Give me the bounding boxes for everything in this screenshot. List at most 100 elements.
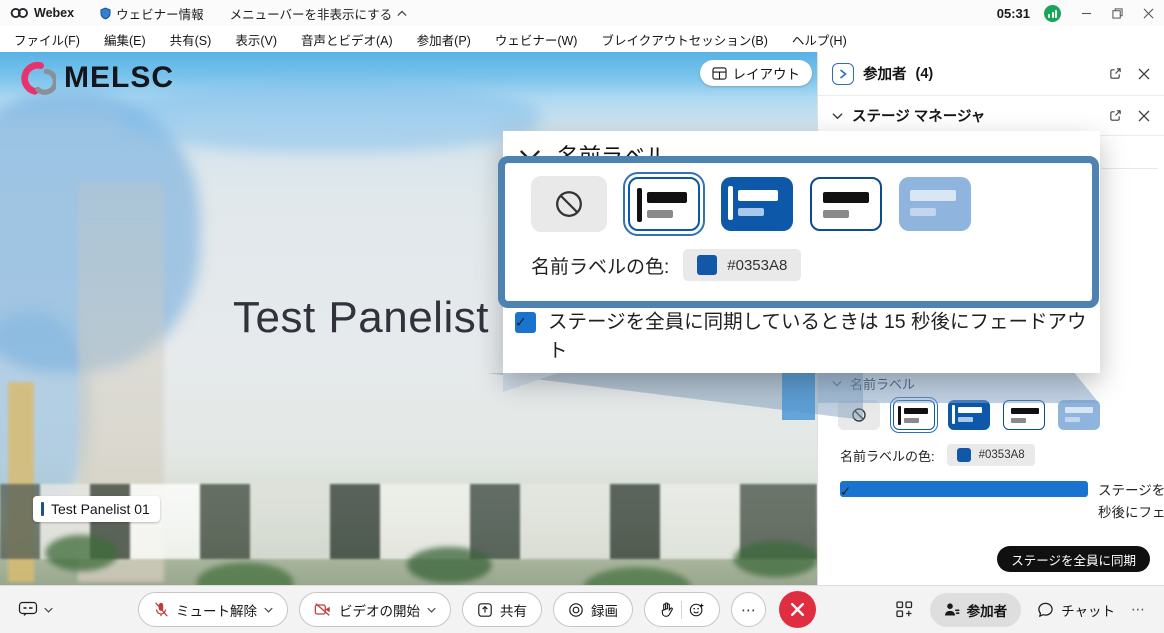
label-style-light-plain-option[interactable] — [1003, 400, 1045, 430]
name-label-color-label: 名前ラベルの色: — [840, 446, 935, 465]
callout-highlight-band — [782, 373, 815, 420]
apps-icon[interactable] — [895, 600, 914, 619]
window-titlebar: Webex ウェビナー情報 メニューバーを非表示にする 05:31 — [0, 0, 1164, 26]
menu-file[interactable]: ファイル(F) — [14, 30, 80, 49]
label-style-blue-bar-option[interactable] — [948, 400, 990, 430]
chat-toggle-button[interactable]: チャット — [1037, 600, 1115, 620]
chevron-up-icon — [397, 10, 407, 17]
hide-menubar-button[interactable]: メニューバーを非表示にする — [230, 4, 408, 23]
close-panel-icon[interactable] — [1138, 68, 1150, 80]
unmute-button-label: ミュート解除 — [176, 600, 257, 620]
participants-toggle-label: 参加者 — [967, 600, 1008, 620]
melsc-heart-icon — [12, 58, 56, 98]
name-label-color-picker[interactable]: #0353A8 — [947, 444, 1035, 466]
connection-quality-icon[interactable] — [1044, 5, 1061, 22]
menu-view[interactable]: 表示(V) — [235, 30, 277, 49]
leave-webinar-button[interactable] — [779, 591, 816, 628]
reactions-control — [644, 592, 720, 627]
popup-label-style-blue-bar-option[interactable] — [721, 177, 793, 231]
popup-label-style-none-option[interactable] — [531, 176, 607, 232]
popup-label-style-options — [531, 176, 1092, 232]
menu-share[interactable]: 共有(S) — [170, 30, 212, 49]
panel-overflow-button[interactable]: ⋯ — [1131, 601, 1146, 618]
name-label-accent-bar — [41, 502, 44, 516]
more-options-button[interactable]: ⋯ — [731, 592, 766, 627]
more-dots-label: ⋯ — [741, 601, 756, 619]
menu-breakout[interactable]: ブレイクアウトセッション(B) — [601, 30, 767, 49]
panelist-name-label: Test Panelist 01 — [33, 496, 160, 522]
camera-off-icon — [314, 602, 332, 617]
color-swatch — [957, 448, 971, 462]
webex-logo-icon — [10, 7, 29, 19]
watercolor-blob — [120, 82, 540, 152]
captions-control[interactable] — [18, 601, 53, 618]
popup-label-style-light-bar-option-selected[interactable] — [628, 177, 700, 231]
unmute-button[interactable]: ミュート解除 — [138, 592, 288, 627]
microphone-muted-icon — [153, 601, 169, 618]
record-button[interactable]: 録画 — [553, 592, 633, 627]
chat-bubble-icon — [1037, 602, 1054, 618]
sync-fade-checkbox-checked[interactable]: ✓ — [840, 481, 1088, 497]
color-hex-value: #0353A8 — [979, 449, 1025, 461]
share-screen-icon — [477, 602, 493, 618]
chevron-down-icon — [44, 607, 53, 613]
sync-stage-button[interactable]: ステージを全員に同期 — [997, 546, 1150, 572]
melsc-brand-text: MELSC — [64, 61, 174, 95]
control-bar: ミュート解除 ビデオの開始 共有 録画 ⋯ 参加者 チャット ⋯ — [0, 585, 1164, 633]
layout-icon — [712, 67, 727, 80]
popup-label-style-light-plain-option[interactable] — [810, 177, 882, 231]
divider — [681, 601, 682, 619]
layout-button-label: レイアウト — [733, 63, 801, 83]
popup-sync-fade-label: ステージを全員に同期しているときは 15 秒後にフェードアウト — [548, 308, 1096, 367]
webinar-info-button[interactable]: ウェビナー情報 — [100, 4, 204, 23]
layout-button[interactable]: レイアウト — [700, 60, 813, 86]
chevron-right-icon[interactable] — [832, 63, 854, 85]
sync-fade-checkbox-row: ✓ ステージを全員に同期しているときは 15 秒後にフェードアウト — [840, 480, 1164, 523]
close-panel-icon[interactable] — [1138, 110, 1150, 122]
menu-webinar[interactable]: ウェビナー(W) — [495, 30, 578, 49]
chevron-down-icon — [427, 607, 436, 613]
reactions-smiley-icon[interactable] — [689, 602, 705, 618]
chat-toggle-label: チャット — [1061, 600, 1115, 620]
stage-manager-title: ステージ マネージャ — [852, 105, 985, 126]
stage-center-name: Test Panelist — [233, 293, 489, 343]
chevron-down-icon — [264, 607, 273, 613]
popup-highlight-frame: 名前ラベルの色: #0353A8 — [498, 156, 1099, 308]
webex-brand: Webex — [10, 6, 74, 20]
popup-color-label: 名前ラベルの色: — [531, 252, 669, 279]
shield-icon — [100, 7, 111, 20]
webex-app-name: Webex — [34, 6, 74, 20]
close-x-icon — [790, 602, 805, 617]
color-swatch — [697, 255, 717, 275]
menubar: ファイル(F) 編集(E) 共有(S) 表示(V) 音声とビデオ(A) 参加者(… — [0, 26, 1164, 52]
label-style-light-bar-option-selected[interactable] — [893, 400, 935, 430]
menu-audio-video[interactable]: 音声とビデオ(A) — [301, 30, 393, 49]
share-button-label: 共有 — [500, 600, 527, 620]
webinar-info-label: ウェビナー情報 — [116, 4, 204, 23]
minimize-button[interactable] — [1081, 8, 1092, 19]
popup-color-picker[interactable]: #0353A8 — [683, 249, 801, 281]
restore-button[interactable] — [1112, 8, 1123, 19]
participants-count: (4) — [916, 66, 934, 82]
raise-hand-icon[interactable] — [659, 601, 674, 618]
popout-icon[interactable] — [1109, 67, 1122, 80]
participants-panel-title: 参加者 — [863, 63, 907, 84]
city-trees — [0, 517, 817, 585]
sync-stage-button-label: ステージを全員に同期 — [1011, 550, 1136, 569]
popup-sync-fade-checkbox-checked[interactable]: ✓ — [515, 312, 536, 333]
menu-participants[interactable]: 参加者(P) — [417, 30, 471, 49]
chevron-down-icon[interactable] — [832, 112, 843, 120]
participants-toggle-button[interactable]: 参加者 — [930, 593, 1022, 627]
start-video-button[interactable]: ビデオの開始 — [299, 592, 451, 627]
popup-sync-fade-row: ✓ ステージを全員に同期しているときは 15 秒後にフェードアウト — [515, 308, 1096, 367]
label-style-translucent-option[interactable] — [1058, 400, 1100, 430]
popout-icon[interactable] — [1109, 109, 1122, 122]
menu-help[interactable]: ヘルプ(H) — [792, 30, 847, 49]
stage-manager-header: ステージ マネージャ — [818, 96, 1164, 136]
hide-menubar-label: メニューバーを非表示にする — [230, 4, 393, 23]
close-window-button[interactable] — [1143, 8, 1154, 19]
panel-divider — [1102, 168, 1158, 169]
menu-edit[interactable]: 編集(E) — [104, 30, 146, 49]
share-button[interactable]: 共有 — [462, 592, 542, 627]
popup-label-style-translucent-option[interactable] — [899, 177, 971, 231]
